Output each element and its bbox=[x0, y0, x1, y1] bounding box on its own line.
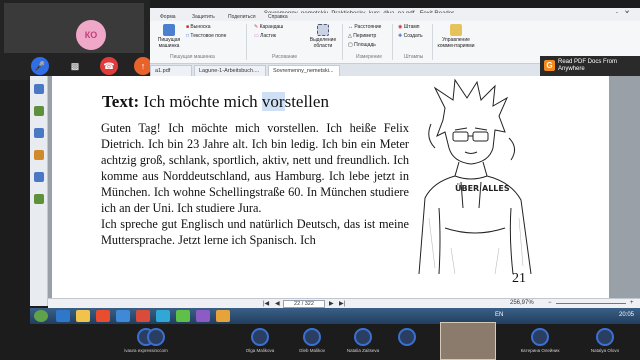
participant-tile[interactable]: Natalya Olovo bbox=[575, 328, 635, 360]
start-button-icon[interactable] bbox=[34, 310, 48, 322]
shirt-text: ÜBER ALLES bbox=[455, 183, 510, 193]
google-play-icon: G bbox=[544, 60, 555, 71]
group-label-measure: Измерение bbox=[356, 54, 383, 60]
mic-icon: 🎤 bbox=[34, 60, 46, 71]
avatar bbox=[354, 328, 372, 346]
camera-off-icon: ▩ bbox=[70, 60, 80, 71]
menu-protect[interactable]: Защитить bbox=[192, 14, 215, 20]
screen-share-icon: ↑ bbox=[140, 61, 146, 71]
stamp-button[interactable]: ◉ Штамп bbox=[398, 24, 420, 30]
menu-help[interactable]: Справка bbox=[268, 14, 288, 20]
self-video-tile bbox=[4, 3, 144, 53]
eraser-button[interactable]: ▭ Ластик bbox=[254, 33, 276, 39]
camera-button[interactable]: ▩ bbox=[66, 57, 84, 75]
avatar bbox=[147, 328, 165, 346]
page-input[interactable]: 22 / 322 bbox=[283, 300, 325, 308]
tab-lagune[interactable]: Lagune-1-Arbeitsbuch.... bbox=[194, 65, 266, 76]
zoom-slider[interactable] bbox=[556, 303, 626, 304]
menu-form[interactable]: Форма bbox=[160, 14, 176, 20]
tab-a1[interactable]: a1.pdf bbox=[150, 65, 192, 76]
first-page-icon[interactable]: |◀ bbox=[263, 300, 269, 307]
ribbon-divider bbox=[432, 24, 433, 60]
create-button[interactable]: ✚ Создать bbox=[398, 33, 423, 39]
foxit-icon[interactable] bbox=[136, 310, 150, 322]
paragraph-2: Ich spreche gut Englisch und natürlich D… bbox=[101, 217, 409, 247]
menu-bar: Форма Защитить Поделиться Справка bbox=[150, 13, 640, 21]
last-page-icon[interactable]: ▶| bbox=[339, 300, 345, 307]
typewriter-button[interactable]: Пишущая машинка bbox=[156, 24, 182, 49]
ie-icon[interactable] bbox=[56, 310, 70, 322]
navigation-panel bbox=[30, 76, 48, 306]
layers-icon[interactable] bbox=[34, 128, 44, 138]
media-icon[interactable] bbox=[96, 310, 110, 322]
perimeter-button[interactable]: △ Периметр bbox=[348, 33, 376, 39]
windows-taskbar: EN 20:05 bbox=[30, 308, 640, 324]
participant-tile[interactable] bbox=[377, 328, 437, 360]
ribbon-divider bbox=[392, 24, 393, 60]
participant-tile[interactable]: Катерина Олейник bbox=[510, 328, 570, 360]
attachments-icon[interactable] bbox=[34, 172, 44, 182]
explorer-icon[interactable] bbox=[76, 310, 90, 322]
avatar bbox=[303, 328, 321, 346]
ribbon-divider bbox=[342, 24, 343, 60]
group-label-drawing: Рисование bbox=[272, 54, 298, 60]
participant-tile[interactable] bbox=[126, 328, 186, 360]
hang-up-icon: ☎ bbox=[103, 60, 115, 71]
pencil-button[interactable]: ✎ Карандаш bbox=[254, 24, 283, 30]
pages-icon[interactable] bbox=[34, 106, 44, 116]
callout-button[interactable]: ■ Выноска bbox=[186, 24, 210, 30]
status-bar: |◀ ◀ 22 / 322 ▶ ▶| 256,97% − + bbox=[48, 298, 640, 308]
ribbon-divider bbox=[246, 24, 247, 60]
signatures-icon[interactable] bbox=[34, 194, 44, 204]
skype-icon[interactable] bbox=[156, 310, 170, 322]
comments-icon bbox=[450, 24, 462, 36]
read-pdf-banner[interactable]: G Read PDF Docs From Anywhere bbox=[540, 56, 640, 76]
zoom-level[interactable]: 256,97% bbox=[510, 300, 534, 306]
felix-illustration: ÜBER ALLES bbox=[418, 78, 532, 274]
tab-sovremenny[interactable]: Sovremenny_nemetski... bbox=[268, 65, 340, 76]
mic-button[interactable]: 🎤 bbox=[31, 57, 49, 75]
word-icon[interactable] bbox=[116, 310, 130, 322]
participant-video-tile[interactable] bbox=[440, 322, 496, 360]
prev-page-icon[interactable]: ◀ bbox=[275, 300, 280, 307]
paragraph-1: Guten Tag! Ich möchte mich vorstellen. I… bbox=[101, 121, 409, 215]
chrome-icon[interactable] bbox=[176, 310, 190, 322]
typewriter-icon bbox=[163, 24, 175, 36]
avatar bbox=[596, 328, 614, 346]
participant-tile[interactable]: Olga Malikova bbox=[230, 328, 290, 360]
clock[interactable]: 20:05 bbox=[619, 312, 634, 318]
document-tabs: a1.pdf Lagune-1-Arbeitsbuch.... Sovremen… bbox=[150, 64, 540, 76]
self-avatar: КО bbox=[76, 20, 106, 50]
bookmarks-icon[interactable] bbox=[34, 84, 44, 94]
app2-icon[interactable] bbox=[216, 310, 230, 322]
manage-comments-button[interactable]: Управление комментариями bbox=[436, 24, 476, 49]
hang-up-button[interactable]: ☎ bbox=[100, 57, 118, 75]
textbox-button[interactable]: □ Текстовое поле bbox=[186, 33, 226, 39]
next-page-icon[interactable]: ▶ bbox=[329, 300, 334, 307]
select-area-icon bbox=[317, 24, 329, 36]
app-icon[interactable] bbox=[196, 310, 210, 322]
avatar bbox=[398, 328, 416, 346]
page-number: 21 bbox=[512, 271, 526, 286]
area-button[interactable]: ▢ Площадь bbox=[348, 42, 376, 48]
avatar bbox=[531, 328, 549, 346]
group-label-typewriter: Пишущая машинка bbox=[170, 54, 215, 60]
zoom-in-icon[interactable]: + bbox=[630, 300, 634, 306]
avatar bbox=[251, 328, 269, 346]
group-label-stamps: Штампы bbox=[404, 54, 424, 60]
comments-panel-icon[interactable] bbox=[34, 150, 44, 160]
distance-button[interactable]: ↔ Расстояние bbox=[348, 24, 381, 30]
text-heading: Text: Ich möchte mich vorstellen bbox=[102, 92, 329, 111]
text-body: Guten Tag! Ich möchte mich vorstellen. I… bbox=[101, 120, 409, 248]
language-indicator[interactable]: EN bbox=[495, 312, 503, 318]
select-area-button[interactable]: Выделение области bbox=[308, 24, 338, 49]
menu-share[interactable]: Поделиться bbox=[228, 14, 256, 20]
zoom-out-icon[interactable]: − bbox=[548, 300, 552, 306]
